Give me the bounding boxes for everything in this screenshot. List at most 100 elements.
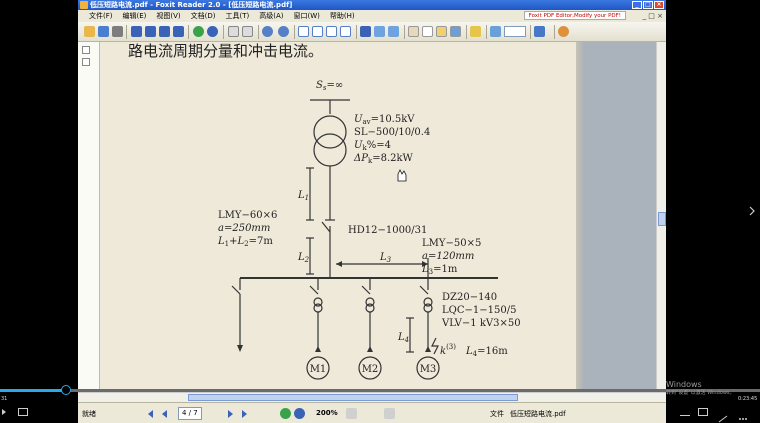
busbar-left-length: L1+L2=7m [217,236,273,248]
toolbar-separator [486,25,487,39]
status-forward-icon[interactable] [294,408,305,419]
document-viewport[interactable]: 路电流周期分量和冲击电流。 Ss=∞ Uav=10.5kV SL−500/10/… [100,42,656,392]
last-page-nav-icon[interactable] [242,410,247,418]
feeder-2-ct-lower [365,303,375,313]
prev-page-nav-icon[interactable] [162,410,167,418]
next-page-nav-icon[interactable] [228,410,233,418]
text-select-icon[interactable] [422,26,433,37]
status-back-icon[interactable] [280,408,291,419]
menu-document[interactable]: 文档(D) [186,10,221,22]
toolbar-separator [554,25,555,39]
arrow-tool-icon[interactable] [534,26,545,37]
hand-tool-icon[interactable] [408,26,419,37]
binoculars-icon[interactable] [360,26,371,37]
annotation-icon[interactable] [490,26,501,37]
go-back-icon[interactable] [193,26,204,37]
zoom-level[interactable]: 200% [316,409,338,417]
horizontal-scrollbar[interactable] [78,392,666,402]
transformer-loss: ΔPk=8.2kW [353,153,414,165]
windows-activation-watermark: Windows 转到"设置"以激活 Windows。 [666,380,735,398]
open-icon[interactable] [84,26,95,37]
single-page-icon[interactable] [298,26,309,37]
busbar-right-length: L3=1m [421,264,458,276]
paste-icon[interactable] [242,26,253,37]
transformer-impedance: Uk%=4 [354,140,391,152]
next-chevron-icon[interactable] [748,206,756,216]
snapshot-icon[interactable] [436,26,447,37]
save-icon[interactable] [98,26,109,37]
l3-arrow-left [336,261,342,267]
page-edge [576,42,584,392]
busbar-right-spacing: a=120mm [422,251,474,262]
print-icon[interactable] [112,26,123,37]
toolbar-separator [223,25,224,39]
vertical-scroll-thumb[interactable] [658,212,666,226]
menu-help[interactable]: 帮助(H) [325,10,360,22]
left-feeder-arrow [237,345,243,352]
subtitle-icon[interactable] [18,408,28,416]
previous-page-icon[interactable] [145,26,156,37]
copy-icon[interactable] [228,26,239,37]
menu-tools[interactable]: 工具(T) [221,10,255,22]
zoom-out-icon[interactable] [262,26,273,37]
video-seek-track[interactable] [0,389,760,392]
toolbar-separator [258,25,259,39]
ad-banner-link[interactable]: Foxit PDF Editor,Modify your PDF! [523,11,626,20]
bookmark-panel-icon[interactable] [374,26,385,37]
thumbnail-panel-icon[interactable] [388,26,399,37]
image-select-icon[interactable] [450,26,461,37]
cursor-select-icon[interactable] [470,26,481,37]
horizontal-scroll-thumb[interactable] [188,394,518,401]
circuit-diagram: 路电流周期分量和冲击电流。 Ss=∞ Uav=10.5kV SL−500/10/… [128,42,521,380]
go-forward-icon[interactable] [207,26,218,37]
first-page-icon[interactable] [131,26,142,37]
source-label: Ss=∞ [316,80,343,92]
pen-icon[interactable] [680,408,690,416]
motor-3-label: M3 [420,364,437,375]
file-label: 文件 [490,410,504,418]
close-button[interactable]: × [654,1,664,9]
foxit-reader-window: 低压短路电流.pdf - Foxit Reader 2.0 - [低压短路电流.… [78,0,666,423]
zoom-dropdown[interactable] [504,26,526,37]
continuous-page-icon[interactable] [312,26,323,37]
vertical-scrollbar[interactable] [656,42,666,392]
toolbar-separator [404,25,405,39]
zoom-in-status-icon[interactable] [384,408,395,419]
fit-width-icon[interactable] [340,26,351,37]
video-seek-handle[interactable] [61,385,71,395]
video-seek-progress [0,389,66,392]
l3-label: L3 [379,252,392,264]
hand-cursor-icon [397,169,407,182]
l2-label: L2 [297,252,310,264]
pages-tab-icon[interactable] [82,58,90,66]
menu-advanced[interactable]: 高级(A) [254,10,288,22]
transformer-primary-winding [313,115,347,149]
help-icon[interactable] [558,26,569,37]
minimize-button[interactable]: _ [632,1,642,9]
page-heading: 路电流周期分量和冲击电流。 [128,42,323,60]
menu-window[interactable]: 窗口(W) [289,10,325,22]
document-window-controls[interactable]: _ □ × [643,11,663,21]
settings-icon[interactable] [738,408,748,420]
watermark-title: Windows [666,380,702,389]
switch-label: HD12−1000/31 [348,225,427,236]
facing-page-icon[interactable] [326,26,337,37]
menu-edit[interactable]: 编辑(E) [118,10,152,22]
menu-file[interactable]: 文件(F) [84,10,118,22]
window-controls: _ □ × [632,1,664,9]
maximize-button[interactable]: □ [643,1,653,9]
zoom-out-status-icon[interactable] [346,408,357,419]
busbar-right-model: LMY−50×5 [422,238,481,249]
bookmarks-tab-icon[interactable] [82,46,90,54]
next-page-icon[interactable] [159,26,170,37]
volume-icon[interactable] [2,409,6,415]
toolbar-separator [188,25,189,39]
last-page-icon[interactable] [173,26,184,37]
menu-view[interactable]: 视图(V) [151,10,185,22]
first-page-nav-icon[interactable] [148,410,153,418]
screen-icon[interactable] [698,408,708,416]
page-number-field[interactable]: 4 / 7 [178,407,202,420]
fullscreen-icon[interactable] [718,408,728,423]
transformer-model: SL−500/10/0.4 [354,127,430,138]
zoom-in-icon[interactable] [278,26,289,37]
